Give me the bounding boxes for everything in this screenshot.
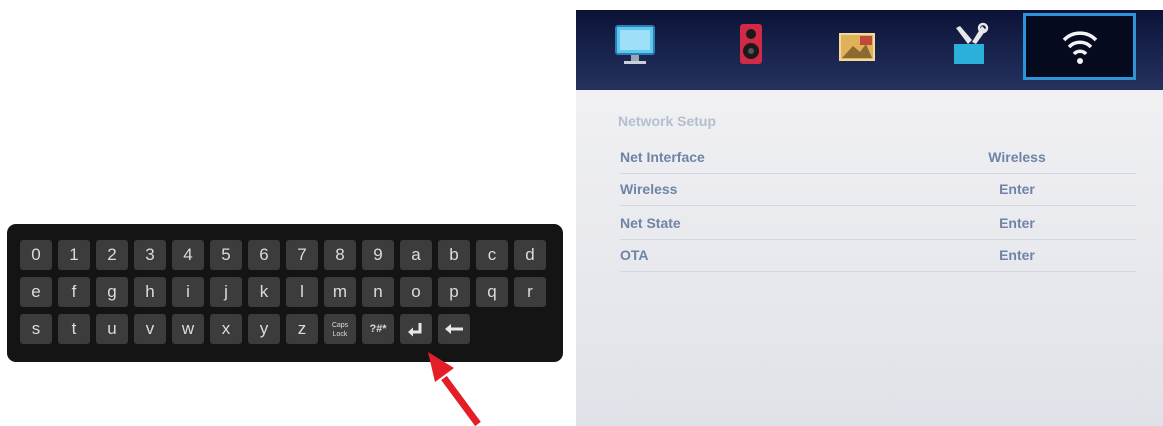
menu-row-ota[interactable]: OTA Enter bbox=[620, 241, 1136, 272]
tab-sound[interactable] bbox=[734, 22, 774, 68]
tab-setup[interactable] bbox=[948, 22, 989, 68]
row-label: OTA bbox=[620, 247, 649, 263]
monitor-icon bbox=[615, 25, 655, 64]
row-value: Enter bbox=[999, 181, 1035, 197]
speaker-icon bbox=[740, 24, 762, 64]
row-value: Wireless bbox=[988, 149, 1046, 165]
row-value: Enter bbox=[999, 247, 1035, 263]
row-label: Net State bbox=[620, 215, 681, 231]
section-title: Network Setup bbox=[618, 113, 717, 129]
tv-menu-screen: Network Setup Net Interface Wireless Wir… bbox=[576, 10, 1163, 426]
row-value: Enter bbox=[999, 215, 1035, 231]
menu-tab-bar bbox=[576, 10, 1163, 90]
menu-row-net-interface[interactable]: Net Interface Wireless bbox=[620, 143, 1136, 174]
row-label: Wireless bbox=[620, 181, 678, 197]
row-label: Net Interface bbox=[620, 149, 705, 165]
menu-row-net-state[interactable]: Net State Enter bbox=[620, 209, 1136, 240]
tools-icon bbox=[954, 22, 989, 64]
pointer-arrow-icon bbox=[428, 352, 481, 426]
tab-media[interactable] bbox=[838, 22, 878, 68]
wifi-icon bbox=[1062, 31, 1098, 64]
tab-picture[interactable] bbox=[614, 22, 655, 68]
photo-icon bbox=[839, 33, 875, 61]
menu-row-wireless[interactable]: Wireless Enter bbox=[620, 175, 1136, 206]
tab-network[interactable] bbox=[1023, 13, 1136, 80]
